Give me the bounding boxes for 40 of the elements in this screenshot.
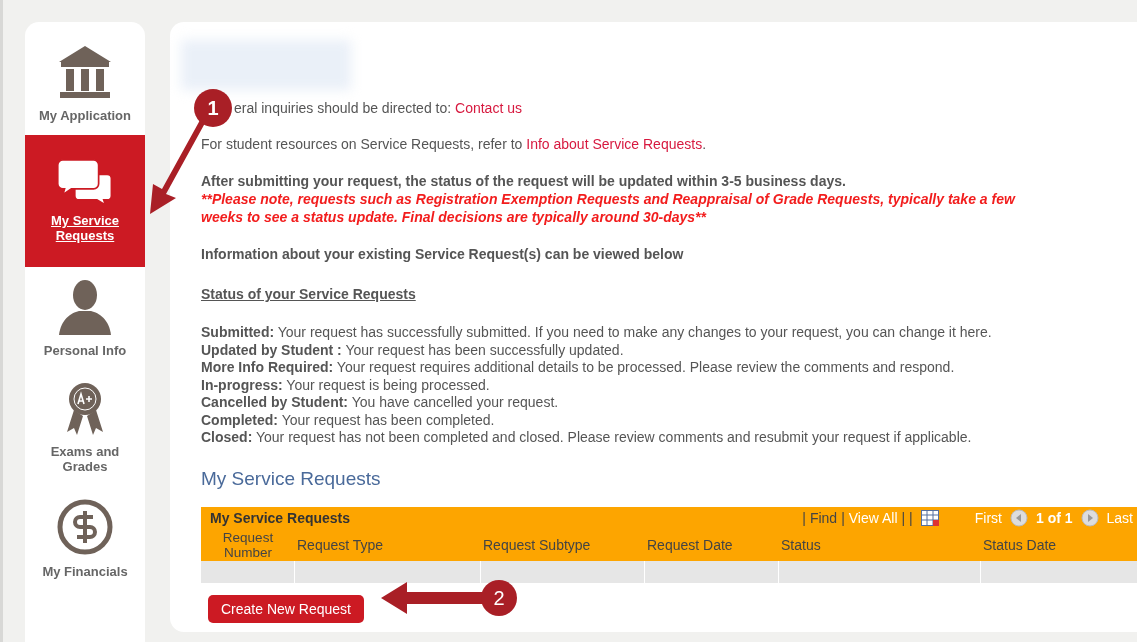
sidebar-item[interactable]: Personal Info	[25, 267, 145, 370]
separator: | |	[901, 508, 913, 528]
text-link[interactable]: Contact us	[455, 100, 522, 116]
previous-icon[interactable]	[1009, 509, 1028, 527]
column-header[interactable]: Request Date	[645, 529, 779, 561]
building-icon	[57, 44, 113, 100]
award-ribbon-icon	[65, 382, 105, 436]
status-description: Submitted: Your request has successfully submitted. If you need to make any changes to your request, you can change it here.	[201, 324, 993, 342]
info-heading: Information about your existing Service Request(s) can be viewed below	[201, 245, 685, 264]
grid-title: My Service Requests	[210, 508, 351, 528]
status-description: More Info Required: Your request requires additional details to be processed. Please review the comments and respond.	[201, 359, 956, 377]
status-description: In-progress: Your request is being processed.	[201, 376, 491, 394]
intro-text: eral inquiries should be directed to: Contact us	[234, 100, 523, 117]
status-description: Closed: Your request has not been completed and closed. Please review comments and resubmit your request if applicable.	[201, 429, 973, 447]
column-header[interactable]: Request Subtype	[481, 529, 645, 561]
intro-text: For student resources on Service Requests, refer to Info about Service Requests.	[201, 136, 708, 153]
person-icon	[57, 279, 113, 335]
separator: |	[802, 508, 806, 528]
page-indicator: 1 of 1	[1035, 508, 1073, 528]
status-description: Updated by Student : Your request has been successfully updated.	[201, 341, 625, 359]
section-title: My Service Requests	[201, 466, 382, 491]
find-link[interactable]: Find	[809, 507, 838, 529]
separator: |	[841, 508, 845, 528]
warning-text: **Please note, requests such as Registration Exemption Requests and Reappraisal of Grade Requests, typically take a few weeks to see a status update. Final decisions are typically around 30-days**	[201, 190, 1017, 226]
status-description: Cancelled by Student: You have cancelled your request.	[201, 394, 560, 412]
sidebar-item[interactable]: Exams and Grades	[25, 370, 145, 486]
sidebar-item[interactable]: My Service Requests	[25, 135, 145, 267]
create-request-button[interactable]: Create New Request	[208, 595, 364, 623]
status-description: Completed: Your request has been completed.	[201, 411, 496, 429]
spreadsheet-icon[interactable]	[920, 510, 939, 526]
notice-text: After submitting your request, the status of the request will be updated within 3-5 business days.	[201, 172, 847, 190]
column-header[interactable]: Status	[779, 529, 981, 561]
column-header[interactable]: Status Date	[981, 529, 1137, 561]
dollar-coin-icon	[56, 498, 114, 556]
column-header[interactable]: Request Number	[201, 529, 295, 561]
column-header[interactable]: Request Type	[295, 529, 481, 561]
next-icon[interactable]	[1080, 509, 1099, 527]
sidebar-item[interactable]: My Application	[25, 44, 145, 135]
status-heading: Status of your Service Requests	[201, 285, 417, 304]
sidebar-item[interactable]: My Financials	[25, 486, 145, 591]
